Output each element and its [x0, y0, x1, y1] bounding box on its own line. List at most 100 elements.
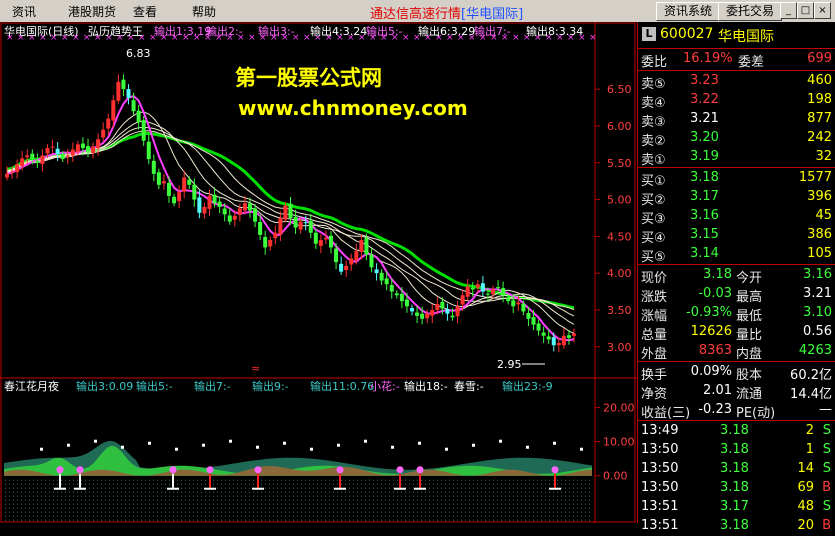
quote-row: 13:51 3.18 20 B: [638, 517, 835, 536]
sub-dot: [461, 519, 462, 521]
menu-item-news[interactable]: 资讯: [12, 3, 36, 20]
sub-dot: [97, 511, 98, 513]
sub-dot: [461, 487, 462, 489]
sub-dot: [5, 487, 6, 489]
menu-item-view[interactable]: 查看: [133, 3, 157, 20]
sub-dot: [501, 491, 502, 493]
sub-dot: [257, 499, 258, 501]
sub-dot: [529, 507, 530, 509]
sub-dot: [29, 495, 30, 497]
sub-dot: [501, 499, 502, 501]
sub-dot: [225, 515, 226, 517]
sub-dot: [289, 487, 290, 489]
sub-dot: [577, 515, 578, 517]
sub-dot: [181, 507, 182, 509]
sub-dot: [481, 515, 482, 517]
tick-direction: S: [822, 499, 831, 514]
sub-dot: [337, 495, 338, 497]
restore-icon[interactable]: □: [797, 2, 814, 19]
sub-dot: [521, 491, 522, 493]
sub-dot: [437, 507, 438, 509]
sub-dot: [49, 487, 50, 489]
news-system-button[interactable]: 资讯系统: [656, 2, 720, 21]
ask-price: 3.22: [690, 92, 719, 107]
sub-dot: [253, 503, 254, 505]
sub-white-dot: [202, 443, 205, 447]
sub-dot: [261, 507, 262, 509]
sub-dot: [157, 499, 158, 501]
sub-dot: [529, 491, 530, 493]
sub-dot: [381, 507, 382, 509]
sub-dot: [69, 495, 70, 497]
sub-dot: [405, 503, 406, 505]
sub-dot: [185, 491, 186, 493]
sub-dot: [137, 483, 138, 485]
sub-dot: [425, 483, 426, 485]
sub-dot: [145, 487, 146, 489]
sub-dot: [497, 487, 498, 489]
minimize-icon[interactable]: _: [780, 2, 797, 19]
sub-dot: [161, 515, 162, 517]
sub-dot: [61, 479, 62, 481]
sub-dot: [381, 479, 382, 481]
sub-dot: [297, 515, 298, 517]
stat-value: 4263: [798, 343, 832, 358]
sub-dot: [61, 519, 62, 521]
menu-item-help[interactable]: 帮助: [192, 3, 216, 20]
sub-dot: [85, 483, 86, 485]
candle-up: [25, 155, 30, 158]
sub-dot: [377, 479, 378, 481]
sub-dot: [97, 479, 98, 481]
sub-dot: [5, 507, 6, 509]
menu-item-hk-futures[interactable]: 港股期货: [68, 3, 116, 20]
quote-panel: L 600027 华电国际 委比 16.19% 委差 699 卖⑤ 3.23 460 卖④ 3.…: [637, 22, 835, 533]
sub-dot: [401, 519, 402, 521]
close-icon[interactable]: ×: [814, 2, 831, 19]
sub-dot: [377, 515, 378, 517]
stat-value: -0.93%: [686, 305, 732, 320]
sub-dot: [185, 479, 186, 481]
sub-dot: [565, 495, 566, 497]
legend-item: 华电国际(日线): [4, 24, 79, 38]
bid-volume: 386: [807, 227, 832, 242]
sub-dot: [225, 487, 226, 489]
sub-dot: [169, 515, 170, 517]
sub-dot: [201, 479, 202, 481]
sub-dot: [345, 491, 346, 493]
sub-dot: [509, 499, 510, 501]
sub-dot: [325, 519, 326, 521]
sub-dot: [417, 499, 418, 501]
candle-up: [15, 164, 20, 173]
sub-dot: [65, 483, 66, 485]
candle-down: [521, 303, 526, 312]
sub-dot: [497, 495, 498, 497]
sub-dot: [153, 487, 154, 489]
sub-dot: [281, 507, 282, 509]
sub-dot: [413, 507, 414, 509]
sub-dot: [417, 519, 418, 521]
sub-dot: [385, 487, 386, 489]
sub-dot: [137, 499, 138, 501]
sub-dot: [177, 495, 178, 497]
sub-dot: [561, 495, 562, 497]
sub-dot: [513, 499, 514, 501]
sub-dot: [213, 503, 214, 505]
sub-dot: [21, 499, 22, 501]
sub-dot: [581, 483, 582, 485]
sub-dot: [149, 515, 150, 517]
trade-order-button[interactable]: 委托交易: [718, 2, 782, 21]
sub-dot: [253, 507, 254, 509]
candle-down: [369, 254, 374, 268]
sub-dot: [265, 491, 266, 493]
candle-up: [111, 100, 116, 121]
tick-price: 3.18: [720, 480, 749, 495]
sub-white-dot: [445, 447, 448, 451]
sub-dot: [269, 507, 270, 509]
sub-dot: [357, 483, 358, 485]
sub-dot: [49, 491, 50, 493]
sub-dot: [25, 515, 26, 517]
sub-dot: [537, 487, 538, 489]
sub-dot: [253, 515, 254, 517]
candle-down: [420, 313, 425, 319]
sub-dot: [425, 511, 426, 513]
